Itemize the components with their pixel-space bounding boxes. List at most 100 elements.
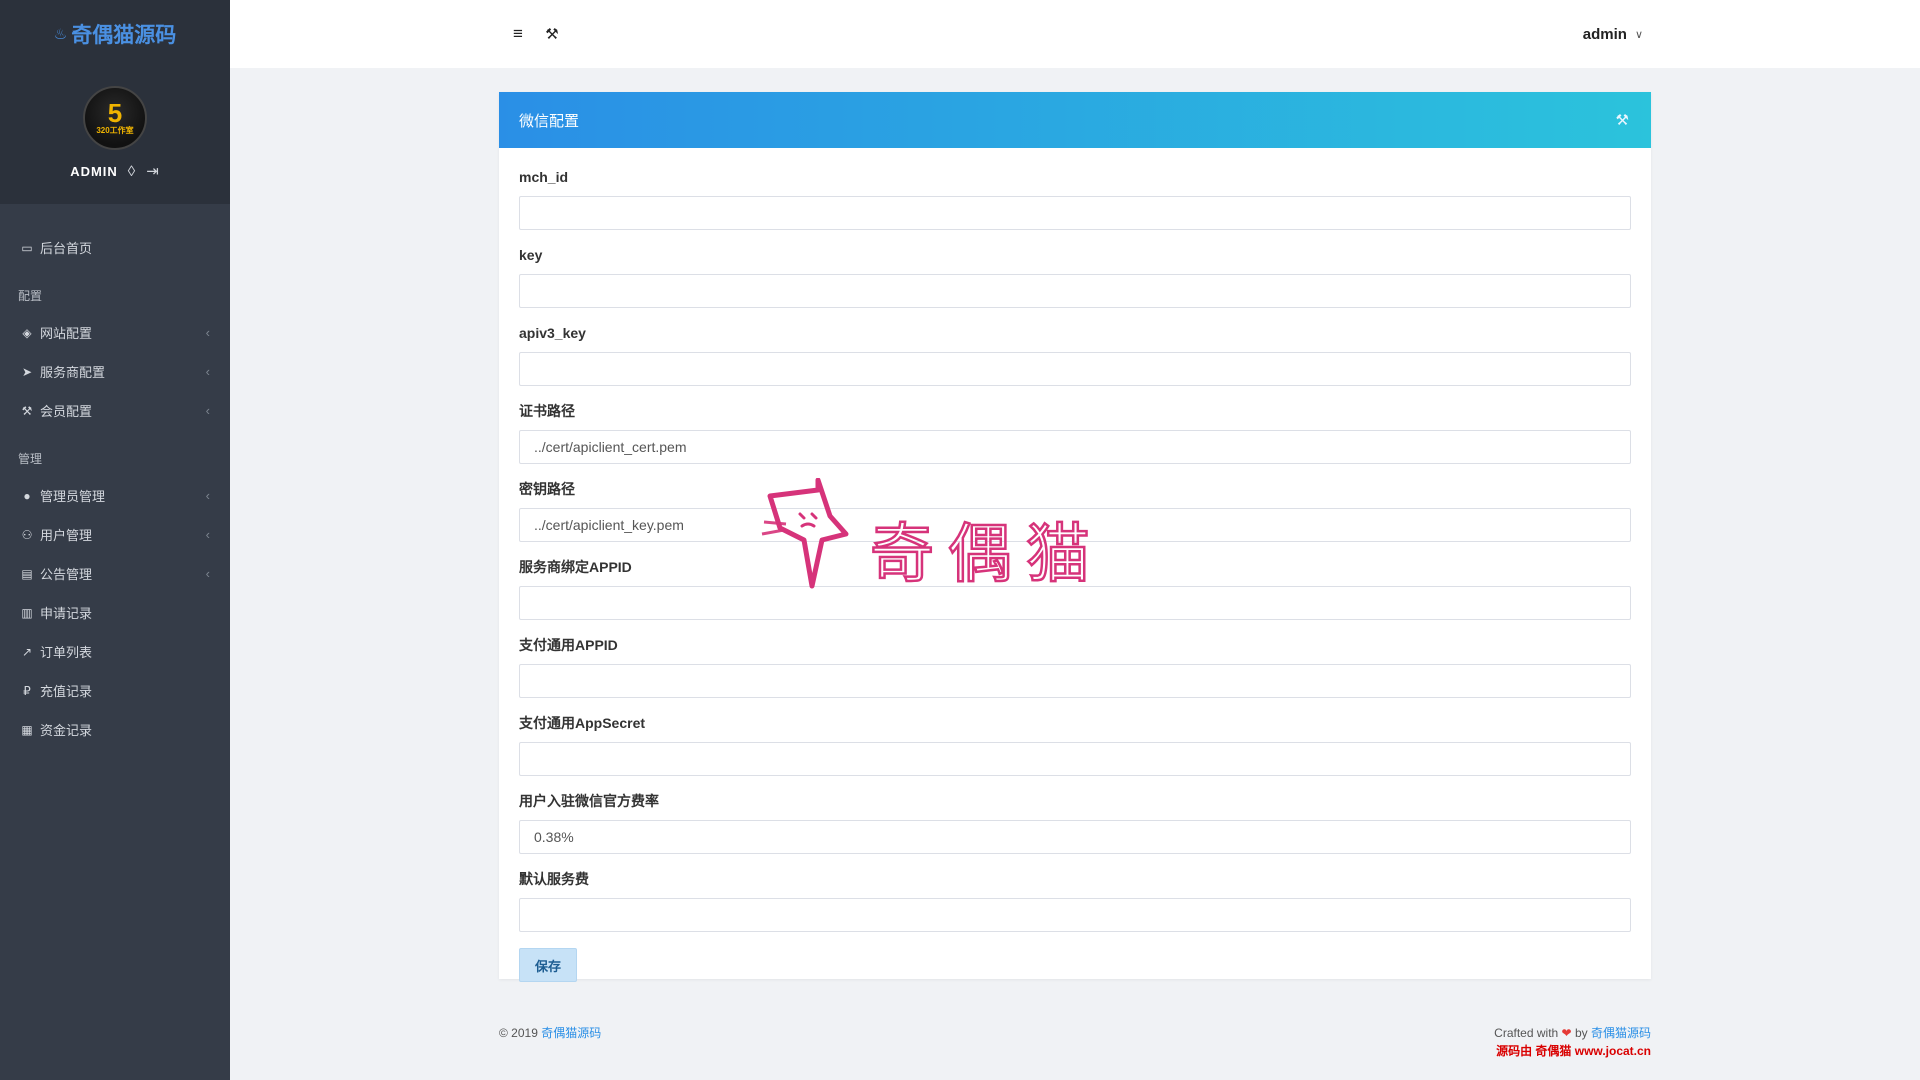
wrench-icon[interactable]: ⚒: [542, 25, 562, 43]
crafted-link[interactable]: 奇偶猫源码: [1591, 1026, 1651, 1040]
copyright-link[interactable]: 奇偶猫源码: [541, 1026, 601, 1040]
brand-name: 奇偶猫源码: [71, 24, 177, 47]
field-key-path: 密钥路径: [519, 480, 1631, 542]
key-path-input[interactable]: [519, 508, 1631, 542]
field-key: key: [519, 246, 1631, 308]
field-label: key: [519, 247, 543, 263]
mch-id-input[interactable]: [519, 196, 1631, 230]
sidebar-section-config: 配置: [18, 289, 43, 303]
default-service-fee-input[interactable]: [519, 898, 1631, 932]
wrench-icon: ⚒: [21, 403, 33, 418]
brand[interactable]: ♨ 奇偶猫源码: [0, 0, 230, 68]
field-label: 服务商绑定APPID: [519, 559, 632, 575]
user-icon: ●: [23, 488, 31, 503]
chevron-down-icon: ∨: [1634, 28, 1643, 41]
home-icon: ▭: [21, 240, 33, 255]
sidebar-item-label: 服务商配置: [40, 365, 106, 380]
source-note[interactable]: 源码由 奇偶猫 www.jocat.cn: [1494, 1042, 1651, 1060]
sidebar-item-label: 管理员管理: [40, 489, 106, 504]
sidebar-item-label: 订单列表: [40, 645, 93, 660]
chevron-left-icon: ‹: [205, 527, 210, 542]
field-cert-path: 证书路径: [519, 402, 1631, 464]
chevron-left-icon: ‹: [205, 566, 210, 581]
crafted-text: Crafted with: [1494, 1026, 1559, 1040]
drop-icon[interactable]: ◊: [128, 163, 136, 180]
line-chart-icon: ↗: [21, 644, 33, 659]
sidebar-item-label: 充值记录: [40, 684, 93, 699]
field-label: 密钥路径: [519, 481, 575, 497]
key-input[interactable]: [519, 274, 1631, 308]
field-label: 支付通用AppSecret: [519, 715, 646, 731]
field-provider-appid: 服务商绑定APPID: [519, 558, 1631, 620]
copyright-text: © 2019: [499, 1026, 538, 1040]
sidebar-item-label: 后台首页: [40, 241, 93, 256]
by-text: by: [1574, 1026, 1588, 1040]
tag-icon: ◈: [22, 325, 32, 340]
avatar-number: 5: [107, 98, 123, 128]
sidebar-item-label: 资金记录: [40, 723, 93, 738]
sidebar-item-label: 公告管理: [40, 567, 93, 582]
table-icon: ▦: [21, 722, 33, 737]
sidebar-item-member-config[interactable]: ⚒ 会员配置 ‹: [0, 391, 230, 430]
apiv3-key-input[interactable]: [519, 352, 1631, 386]
sidebar-item-provider-config[interactable]: ➤ 服务商配置 ‹: [0, 352, 230, 391]
field-label: 证书路径: [519, 403, 575, 419]
chevron-left-icon: ‹: [205, 364, 210, 379]
field-label: 支付通用APPID: [519, 637, 618, 653]
sidebar: ♨ 奇偶猫源码 5 320工作室 ADMIN ◊ ⇥ ▭ 后台首页 配置 ◈ 网…: [0, 0, 230, 1080]
sidebar-item-label: 用户管理: [40, 528, 93, 543]
pay-appsecret-input[interactable]: [519, 742, 1631, 776]
fee-rate-input[interactable]: [519, 820, 1631, 854]
field-pay-appid: 支付通用APPID: [519, 636, 1631, 698]
sidebar-item-order-list[interactable]: ↗ 订单列表: [0, 632, 230, 671]
sidebar-item-user-manage[interactable]: ⚇ 用户管理 ‹: [0, 515, 230, 554]
cert-path-input[interactable]: [519, 430, 1631, 464]
wrench-icon[interactable]: ⚒: [1616, 111, 1629, 129]
provider-appid-input[interactable]: [519, 586, 1631, 620]
field-label: mch_id: [519, 169, 569, 185]
logout-icon[interactable]: ⇥: [146, 162, 160, 180]
avatar[interactable]: 5 320工作室: [83, 86, 147, 150]
field-mch-id: mch_id: [519, 168, 1631, 230]
avatar-text: 320工作室: [96, 126, 134, 135]
wechat-config-card: 微信配置 ⚒ mch_id key apiv3_key 证书路径 密钥路径 服务…: [499, 92, 1651, 982]
profile: 5 320工作室 ADMIN ◊ ⇥: [0, 68, 230, 204]
sidebar-item-notice-manage[interactable]: ▤ 公告管理 ‹: [0, 554, 230, 593]
sidebar-item-fund-records[interactable]: ▦ 资金记录: [0, 710, 230, 749]
pay-appid-input[interactable]: [519, 664, 1631, 698]
send-icon: ➤: [21, 364, 33, 379]
hamburger-icon[interactable]: ≡: [508, 24, 528, 44]
sidebar-item-label: 会员配置: [40, 404, 93, 419]
topbar: ≡ ⚒ admin ∨: [230, 0, 1920, 68]
sidebar-item-home[interactable]: ▭ 后台首页: [0, 228, 230, 267]
ruble-icon: ₽: [23, 683, 31, 698]
sidebar-item-label: 网站配置: [40, 326, 93, 341]
field-pay-appsecret: 支付通用AppSecret: [519, 714, 1631, 776]
sidebar-item-label: 申请记录: [40, 606, 93, 621]
comment-icon: ▤: [21, 566, 33, 581]
users-icon: ⚇: [21, 527, 33, 542]
sidebar-item-site-config[interactable]: ◈ 网站配置 ‹: [0, 313, 230, 352]
sidebar-item-admin-manage[interactable]: ● 管理员管理 ‹: [0, 476, 230, 515]
chevron-left-icon: ‹: [205, 403, 210, 418]
user-menu[interactable]: admin ∨: [1583, 26, 1643, 43]
sidebar-item-apply-records[interactable]: ▥ 申请记录: [0, 593, 230, 632]
field-apiv3-key: apiv3_key: [519, 324, 1631, 386]
sidebar-nav: ▭ 后台首页 配置 ◈ 网站配置 ‹ ➤ 服务商配置 ‹ ⚒ 会员配置 ‹ 管理…: [0, 204, 230, 749]
heart-icon: ❤: [1561, 1026, 1572, 1040]
chevron-left-icon: ‹: [205, 325, 210, 340]
profile-row: ADMIN ◊ ⇥: [70, 162, 160, 181]
field-label: 用户入驻微信官方费率: [519, 793, 659, 809]
config-form: mch_id key apiv3_key 证书路径 密钥路径 服务商绑定APPI…: [499, 148, 1651, 982]
sidebar-section-manage: 管理: [18, 452, 43, 466]
sidebar-item-recharge-records[interactable]: ₽ 充值记录: [0, 671, 230, 710]
crafted-line: Crafted with ❤ by 奇偶猫源码: [1494, 1024, 1651, 1042]
footer-copyright: © 2019 奇偶猫源码: [499, 1024, 601, 1041]
profile-username: ADMIN: [70, 163, 118, 179]
footer-credits: Crafted with ❤ by 奇偶猫源码 源码由 奇偶猫 www.joca…: [1494, 1024, 1651, 1060]
field-label: 默认服务费: [519, 871, 589, 887]
save-button[interactable]: 保存: [519, 948, 577, 982]
field-default-service-fee: 默认服务费: [519, 870, 1631, 932]
flame-icon: ♨: [53, 26, 68, 43]
field-label: apiv3_key: [519, 325, 586, 341]
